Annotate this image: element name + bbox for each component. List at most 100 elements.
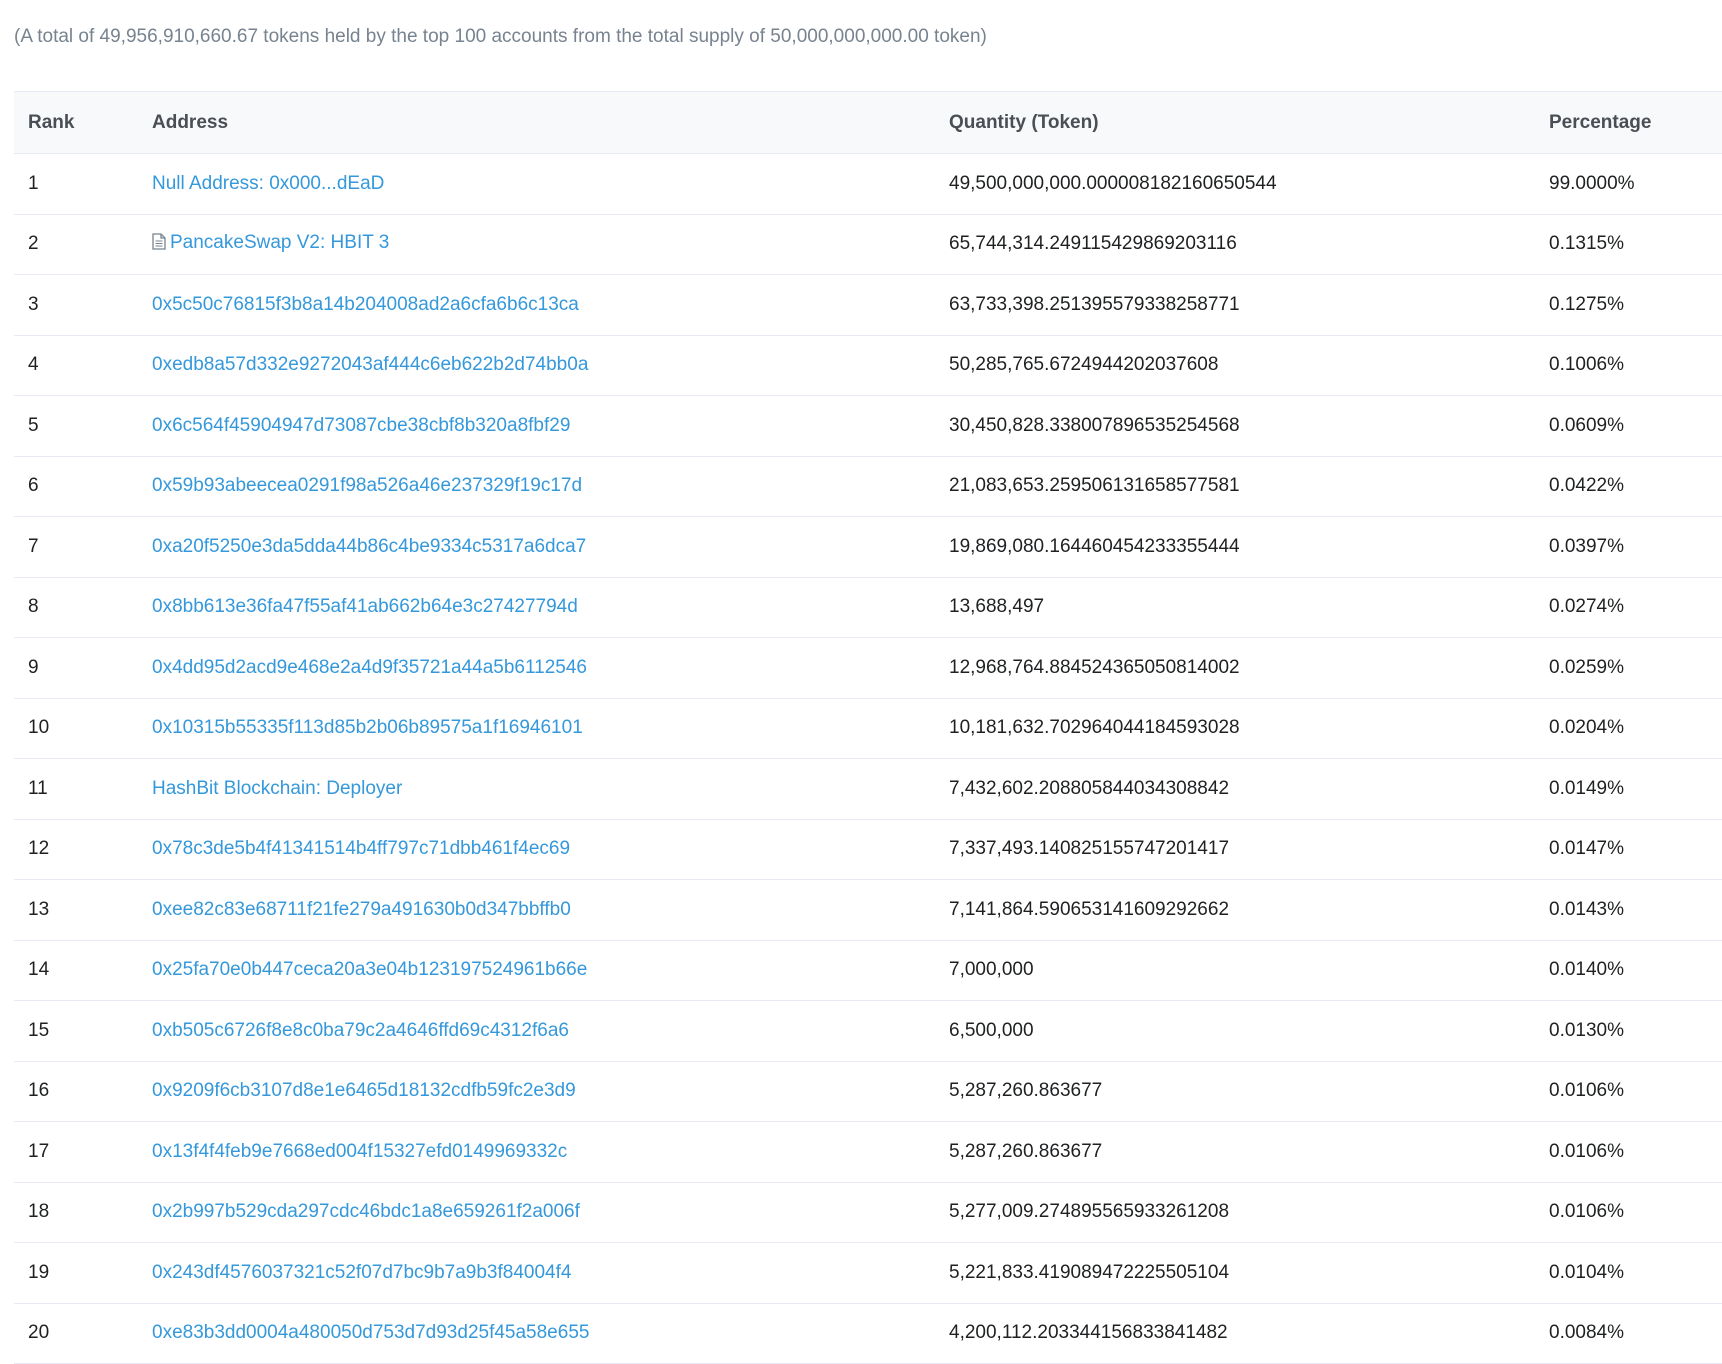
rank-cell: 18 <box>14 1182 152 1243</box>
percentage-cell: 0.1315% <box>1549 214 1722 275</box>
address-cell: 0x4dd95d2acd9e468e2a4d9f35721a44a5b61125… <box>152 637 949 699</box>
address-link[interactable]: 0x5c50c76815f3b8a14b204008ad2a6cfa6b6c13… <box>152 294 579 315</box>
token-holders-table: Rank Address Quantity (Token) Percentage… <box>14 91 1722 1364</box>
quantity-cell: 19,869,080.164460454233355444 <box>949 516 1549 578</box>
percentage-cell: 0.0130% <box>1549 1000 1722 1062</box>
address-link[interactable]: 0x4dd95d2acd9e468e2a4d9f35721a44a5b61125… <box>152 657 587 678</box>
address-cell: 0x6c564f45904947d73087cbe38cbf8b320a8fbf… <box>152 395 949 457</box>
address-cell: 0x2b997b529cda297cdc46bdc1a8e659261f2a00… <box>152 1182 949 1243</box>
address-link[interactable]: 0x9209f6cb3107d8e1e6465d18132cdfb59fc2e3… <box>152 1080 576 1101</box>
address-cell: 0x13f4f4feb9e7668ed004f15327efd014996933… <box>152 1121 949 1183</box>
address-link[interactable]: 0x25fa70e0b447ceca20a3e04b123197524961b6… <box>152 959 587 980</box>
table-row: 6 0x59b93abeecea0291f98a526a46e237329f19… <box>14 456 1722 517</box>
table-header-row: Rank Address Quantity (Token) Percentage <box>14 91 1722 154</box>
rank-cell: 2 <box>14 214 152 275</box>
table-row: 10 0x10315b55335f113d85b2b06b89575a1f169… <box>14 698 1722 759</box>
address-link[interactable]: 0x6c564f45904947d73087cbe38cbf8b320a8fbf… <box>152 415 570 436</box>
percentage-cell: 0.0140% <box>1549 940 1722 1001</box>
address-cell: 0xedb8a57d332e9272043af444c6eb622b2d74bb… <box>152 335 949 396</box>
percentage-cell: 0.0149% <box>1549 758 1722 820</box>
quantity-cell: 7,432,602.208805844034308842 <box>949 758 1549 820</box>
address-link[interactable]: 0x13f4f4feb9e7668ed004f15327efd014996933… <box>152 1141 567 1162</box>
address-cell: HashBit Blockchain: Deployer <box>152 758 949 820</box>
quantity-cell: 6,500,000 <box>949 1000 1549 1062</box>
table-row: 12 0x78c3de5b4f41341514b4ff797c71dbb461f… <box>14 819 1722 880</box>
address-link[interactable]: Null Address: 0x000...dEaD <box>152 173 384 194</box>
percentage-cell: 0.0104% <box>1549 1242 1722 1304</box>
percentage-cell: 0.0147% <box>1549 819 1722 880</box>
address-cell: 0x9209f6cb3107d8e1e6465d18132cdfb59fc2e3… <box>152 1061 949 1122</box>
quantity-cell: 7,000,000 <box>949 940 1549 1001</box>
quantity-cell: 21,083,653.259506131658577581 <box>949 456 1549 517</box>
column-header-percentage: Percentage <box>1549 91 1722 154</box>
holders-summary: (A total of 49,956,910,660.67 tokens hel… <box>14 26 987 47</box>
quantity-cell: 7,141,864.590653141609292662 <box>949 879 1549 941</box>
address-link[interactable]: 0x10315b55335f113d85b2b06b89575a1f169461… <box>152 717 583 738</box>
rank-cell: 16 <box>14 1061 152 1122</box>
address-link[interactable]: 0xe83b3dd0004a480050d753d7d93d25f45a58e6… <box>152 1322 589 1343</box>
contract-file-icon <box>152 233 166 256</box>
table-row: 7 0xa20f5250e3da5dda44b86c4be9334c5317a6… <box>14 516 1722 578</box>
column-header-rank: Rank <box>14 91 152 154</box>
percentage-cell: 0.0106% <box>1549 1121 1722 1183</box>
rank-cell: 14 <box>14 940 152 1001</box>
address-link[interactable]: 0x78c3de5b4f41341514b4ff797c71dbb461f4ec… <box>152 838 570 859</box>
quantity-cell: 12,968,764.884524365050814002 <box>949 637 1549 699</box>
quantity-cell: 65,744,314.249115429869203116 <box>949 214 1549 275</box>
quantity-cell: 50,285,765.6724944202037608 <box>949 335 1549 396</box>
rank-cell: 6 <box>14 456 152 517</box>
percentage-cell: 0.0204% <box>1549 698 1722 759</box>
percentage-cell: 0.0084% <box>1549 1303 1722 1364</box>
quantity-cell: 5,287,260.863677 <box>949 1121 1549 1183</box>
rank-cell: 17 <box>14 1121 152 1183</box>
table-row: 4 0xedb8a57d332e9272043af444c6eb622b2d74… <box>14 335 1722 396</box>
address-link[interactable]: 0x2b997b529cda297cdc46bdc1a8e659261f2a00… <box>152 1201 580 1222</box>
address-link[interactable]: PancakeSwap V2: HBIT 3 <box>170 232 389 253</box>
address-cell: 0xb505c6726f8e8c0ba79c2a4646ffd69c4312f6… <box>152 1000 949 1062</box>
rank-cell: 10 <box>14 698 152 759</box>
percentage-cell: 0.0609% <box>1549 395 1722 457</box>
address-link[interactable]: 0xedb8a57d332e9272043af444c6eb622b2d74bb… <box>152 354 588 375</box>
address-cell: 0x59b93abeecea0291f98a526a46e237329f19c1… <box>152 456 949 517</box>
table-row: 16 0x9209f6cb3107d8e1e6465d18132cdfb59fc… <box>14 1061 1722 1122</box>
address-cell: PancakeSwap V2: HBIT 3 <box>152 214 949 275</box>
table-row: 13 0xee82c83e68711f21fe279a491630b0d347b… <box>14 879 1722 941</box>
quantity-cell: 5,277,009.274895565933261208 <box>949 1182 1549 1243</box>
quantity-cell: 30,450,828.338007896535254568 <box>949 395 1549 457</box>
table-row: 1 Null Address: 0x000...dEaD 49,500,000,… <box>14 153 1722 215</box>
address-link[interactable]: 0xb505c6726f8e8c0ba79c2a4646ffd69c4312f6… <box>152 1020 569 1041</box>
address-cell: Null Address: 0x000...dEaD <box>152 153 949 215</box>
quantity-cell: 7,337,493.140825155747201417 <box>949 819 1549 880</box>
address-link[interactable]: 0xa20f5250e3da5dda44b86c4be9334c5317a6dc… <box>152 536 586 557</box>
quantity-cell: 5,221,833.419089472225505104 <box>949 1242 1549 1304</box>
percentage-cell: 0.0106% <box>1549 1182 1722 1243</box>
percentage-cell: 0.0143% <box>1549 879 1722 941</box>
rank-cell: 20 <box>14 1303 152 1364</box>
table-row: 18 0x2b997b529cda297cdc46bdc1a8e659261f2… <box>14 1182 1722 1243</box>
table-row: 8 0x8bb613e36fa47f55af41ab662b64e3c27427… <box>14 577 1722 638</box>
table-row: 2 PancakeSwap V2: HBIT 3 65,744,314.2491… <box>14 214 1722 275</box>
address-link[interactable]: HashBit Blockchain: Deployer <box>152 778 402 799</box>
percentage-cell: 0.0259% <box>1549 637 1722 699</box>
table-row: 17 0x13f4f4feb9e7668ed004f15327efd014996… <box>14 1121 1722 1183</box>
percentage-cell: 0.0106% <box>1549 1061 1722 1122</box>
rank-cell: 19 <box>14 1242 152 1304</box>
address-link[interactable]: 0x8bb613e36fa47f55af41ab662b64e3c2742779… <box>152 596 578 617</box>
address-link[interactable]: 0xee82c83e68711f21fe279a491630b0d347bbff… <box>152 899 571 920</box>
rank-cell: 7 <box>14 516 152 578</box>
quantity-cell: 63,733,398.251395579338258771 <box>949 274 1549 336</box>
address-link[interactable]: 0x59b93abeecea0291f98a526a46e237329f19c1… <box>152 475 582 496</box>
address-cell: 0x243df4576037321c52f07d7bc9b7a9b3f84004… <box>152 1242 949 1304</box>
table-row: 19 0x243df4576037321c52f07d7bc9b7a9b3f84… <box>14 1242 1722 1304</box>
address-cell: 0x5c50c76815f3b8a14b204008ad2a6cfa6b6c13… <box>152 274 949 336</box>
quantity-cell: 4,200,112.203344156833841482 <box>949 1303 1549 1364</box>
quantity-cell: 49,500,000,000.000008182160650544 <box>949 153 1549 215</box>
address-cell: 0x78c3de5b4f41341514b4ff797c71dbb461f4ec… <box>152 819 949 880</box>
address-link[interactable]: 0x243df4576037321c52f07d7bc9b7a9b3f84004… <box>152 1262 571 1283</box>
quantity-cell: 5,287,260.863677 <box>949 1061 1549 1122</box>
table-body: 1 Null Address: 0x000...dEaD 49,500,000,… <box>14 153 1722 1364</box>
percentage-cell: 0.0397% <box>1549 516 1722 578</box>
rank-cell: 12 <box>14 819 152 880</box>
table-row: 5 0x6c564f45904947d73087cbe38cbf8b320a8f… <box>14 395 1722 457</box>
rank-cell: 3 <box>14 274 152 336</box>
